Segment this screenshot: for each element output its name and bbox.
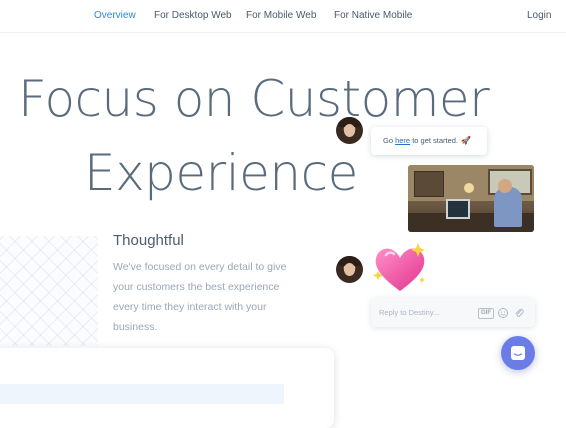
nav-link-overview[interactable]: Overview — [94, 10, 136, 21]
decorative-pattern — [0, 236, 98, 346]
feature-description: We've focused on every detail to give yo… — [113, 261, 287, 333]
agent-avatar — [336, 256, 363, 283]
login-link[interactable]: Login — [527, 10, 551, 21]
office-gif-image — [408, 165, 534, 232]
agent-avatar — [336, 117, 363, 144]
reply-input[interactable] — [379, 305, 475, 320]
attachment-icon[interactable] — [513, 306, 525, 318]
preview-card — [0, 348, 334, 428]
rocket-icon: 🚀 — [461, 136, 472, 145]
preview-card-strip — [0, 384, 284, 404]
chat-message-suffix: to get started. — [410, 136, 459, 145]
chat-message-prefix: Go — [383, 136, 396, 145]
nav-link-desktop-web[interactable]: For Desktop Web — [154, 10, 232, 21]
messenger-launcher-button[interactable] — [501, 336, 535, 370]
get-started-link[interactable]: here — [395, 136, 410, 145]
nav-link-native-mobile[interactable]: For Native Mobile — [334, 10, 412, 21]
feature-title: Thoughtful — [113, 232, 184, 249]
nav-link-mobile-web[interactable]: For Mobile Web — [246, 10, 316, 21]
chat-message-bubble: Go here to get started. 🚀 — [371, 127, 487, 155]
hero-line-1: Focus on Customer — [18, 70, 490, 128]
emoji-icon[interactable] — [497, 306, 509, 318]
reply-composer: GIF — [371, 298, 535, 327]
top-nav: Overview For Desktop Web For Mobile Web … — [0, 0, 566, 33]
sparkling-heart-icon — [372, 241, 428, 295]
chat-icon — [510, 345, 526, 366]
gif-button[interactable]: GIF — [478, 308, 494, 319]
